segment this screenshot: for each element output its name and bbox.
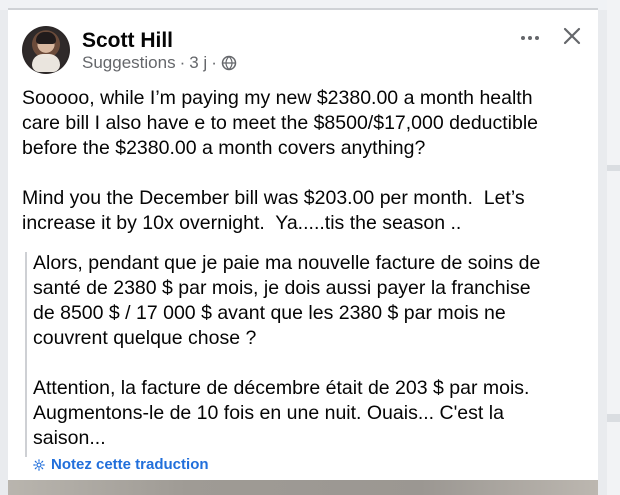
media-preview[interactable] — [8, 480, 598, 495]
close-icon[interactable] — [561, 25, 583, 47]
gear-icon — [33, 459, 45, 471]
meta-separator: · — [179, 53, 186, 72]
translated-text: Alors, pendant que je paie ma nouvelle f… — [33, 252, 541, 449]
more-options-icon[interactable] — [518, 28, 542, 48]
avatar-hair — [36, 32, 56, 44]
rate-translation-link[interactable]: Notez cette traduction — [33, 456, 209, 474]
post-meta: Suggestions · 3 j · — [82, 53, 237, 73]
rate-translation-label: Notez cette traduction — [51, 456, 209, 473]
context-label[interactable]: Suggestions — [82, 53, 176, 73]
top-feed-edge — [0, 0, 607, 10]
post-time[interactable]: 3 j — [189, 53, 207, 73]
globe-icon — [221, 55, 237, 71]
translation-rule — [25, 252, 27, 457]
avatar-shirt — [32, 54, 60, 72]
side-panel-divider — [607, 165, 620, 171]
post-card: Scott Hill Suggestions · 3 j · Sooooo, w… — [8, 10, 598, 495]
side-panel-divider — [607, 414, 620, 422]
post-text: Sooooo, while I’m paying my new $2380.00… — [22, 87, 539, 234]
meta-separator: · — [211, 53, 217, 72]
avatar[interactable] — [22, 26, 70, 74]
author-name[interactable]: Scott Hill — [82, 29, 173, 53]
side-panel-edge — [607, 0, 620, 495]
